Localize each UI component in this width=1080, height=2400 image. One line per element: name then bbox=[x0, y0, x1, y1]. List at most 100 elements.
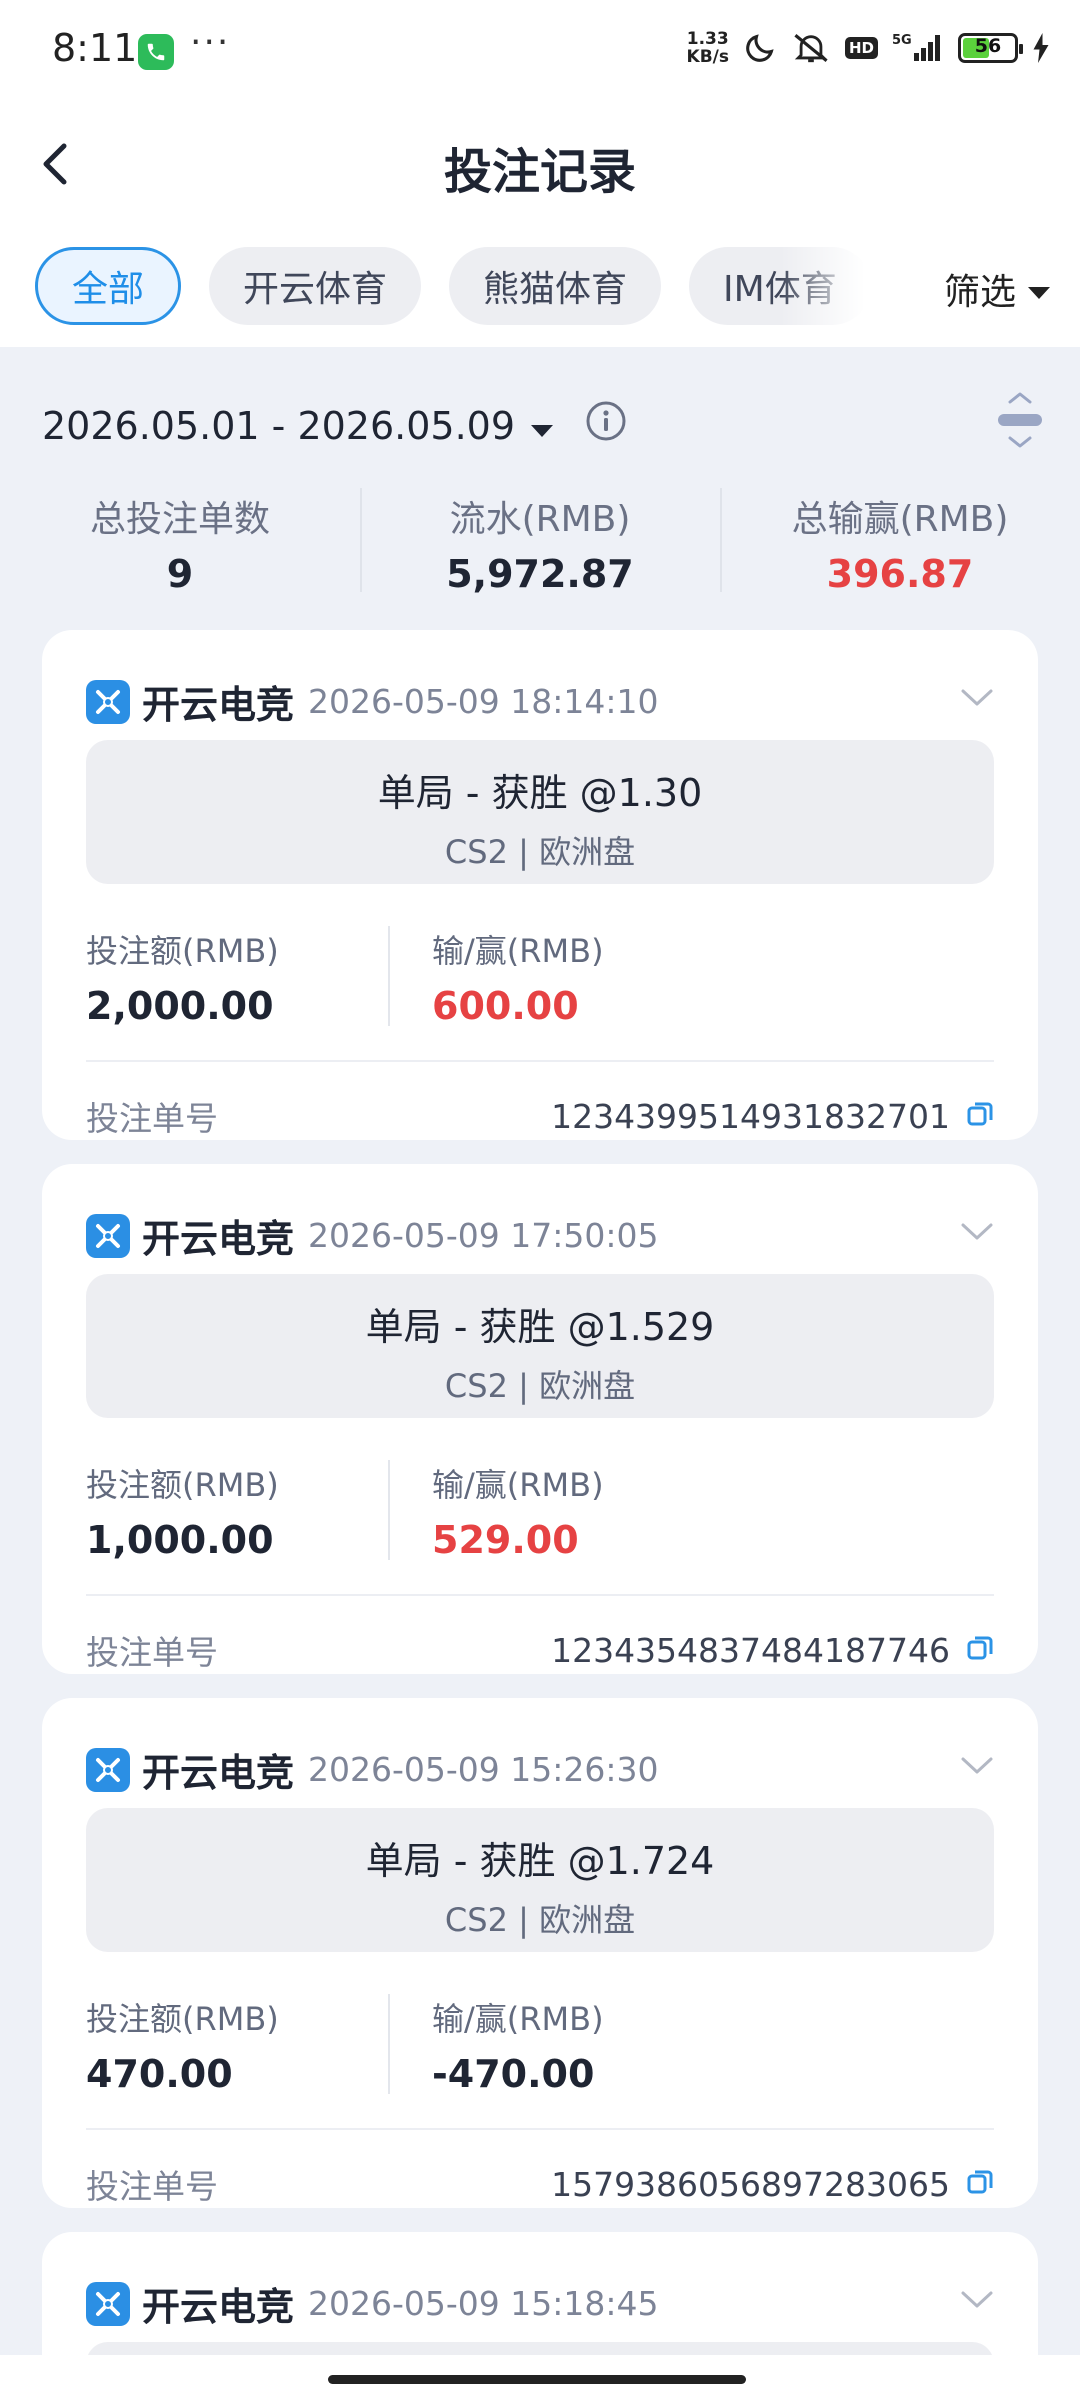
bet-card-header: 开云电竞 2026-05-09 15:18:45 bbox=[86, 2276, 659, 2331]
status-time: 8:11 bbox=[52, 26, 138, 70]
collapse-all-icon[interactable] bbox=[992, 390, 1048, 452]
order-number-value: 1234354837484187746 bbox=[551, 1630, 950, 1670]
bet-card[interactable]: 开云电竞 2026-05-09 15:26:30 单局 - 获胜 @1.724 … bbox=[42, 1698, 1038, 2208]
stake-value: 1,000.00 bbox=[86, 1518, 274, 1562]
platform-name: 开云电竞 bbox=[142, 683, 295, 727]
win-loss-value: 600.00 bbox=[432, 984, 579, 1028]
nav-header: 投注记录 bbox=[0, 100, 1080, 230]
win-loss-column: 输/赢(RMB) -470.00 bbox=[432, 1994, 604, 2096]
chevron-down-icon[interactable] bbox=[960, 1756, 994, 1780]
status-icons: 1.33 KB/s HD 5G 56 bbox=[687, 30, 1050, 66]
copy-icon[interactable] bbox=[966, 2168, 994, 2200]
home-indicator[interactable] bbox=[328, 2375, 746, 2384]
more-notifications-icon: ··· bbox=[190, 22, 231, 63]
platform-name: 开云电竞 bbox=[142, 1751, 295, 1795]
bet-card-header: 开云电竞 2026-05-09 15:26:30 bbox=[86, 1742, 659, 1797]
bet-selection: 单局 - 获胜 @1.529 bbox=[365, 1305, 715, 1349]
battery-icon: 56 bbox=[958, 33, 1023, 63]
summary-value: 5,972.87 bbox=[446, 552, 634, 596]
order-number-label: 投注单号 bbox=[86, 1633, 218, 1672]
summary-label: 总输赢(RMB) bbox=[791, 499, 1009, 540]
stake-value: 2,000.00 bbox=[86, 984, 274, 1028]
date-range-text: 2026.05.01 - 2026.05.09 bbox=[42, 403, 516, 448]
bet-amounts: 投注额(RMB) 1,000.00 输/赢(RMB) 529.00 bbox=[86, 1460, 994, 1562]
win-loss-label: 输/赢(RMB) bbox=[432, 2000, 604, 2038]
stake-label: 投注额(RMB) bbox=[86, 932, 279, 970]
gesture-bar bbox=[0, 2355, 1080, 2400]
filter-label: 筛选 bbox=[943, 272, 1016, 313]
caret-down-icon bbox=[529, 404, 555, 448]
tabs-fade-overlay bbox=[780, 247, 880, 327]
kaiyun-esports-logo-icon bbox=[86, 679, 130, 724]
chevron-down-icon[interactable] bbox=[960, 688, 994, 712]
bet-selection-box: 单局 - 获胜 @1.30 CS2 | 欧洲盘 bbox=[86, 740, 994, 884]
stake-value: 470.00 bbox=[86, 2052, 233, 2096]
summary-total-win-loss: 总输赢(RMB) 396.87 bbox=[720, 480, 1080, 600]
order-number-label: 投注单号 bbox=[86, 2167, 218, 2206]
summary-turnover: 流水(RMB) 5,972.87 bbox=[360, 480, 720, 600]
chevron-down-icon[interactable] bbox=[960, 1222, 994, 1246]
bet-game: CS2 | 欧洲盘 bbox=[444, 1901, 636, 1939]
bet-time: 2026-05-09 17:50:05 bbox=[308, 1216, 659, 1255]
win-loss-value: -470.00 bbox=[432, 2052, 595, 2096]
order-number-value: 1234399514931832701 bbox=[551, 1096, 950, 1136]
page-title: 投注记录 bbox=[443, 144, 636, 200]
stake-column: 投注额(RMB) 1,000.00 bbox=[86, 1460, 279, 1562]
battery-percent: 56 bbox=[974, 35, 1002, 57]
caret-down-icon bbox=[1026, 269, 1052, 310]
bet-game: CS2 | 欧洲盘 bbox=[444, 1367, 636, 1405]
bet-selection: 单局 - 获胜 @1.724 bbox=[365, 1839, 715, 1883]
summary-value: 396.87 bbox=[826, 552, 974, 596]
info-icon[interactable] bbox=[585, 400, 627, 451]
stake-column: 投注额(RMB) 2,000.00 bbox=[86, 926, 279, 1028]
bet-selection-box: 单局 - 获胜 @1.529 CS2 | 欧洲盘 bbox=[86, 1274, 994, 1418]
order-number-row: 投注单号 1234399514931832701 bbox=[86, 1092, 994, 1140]
bet-card[interactable]: 开云电竞 2026-05-09 17:50:05 单局 - 获胜 @1.529 … bbox=[42, 1164, 1038, 1674]
tab-all[interactable]: 全部 bbox=[35, 247, 182, 325]
win-loss-column: 输/赢(RMB) 529.00 bbox=[432, 1460, 604, 1562]
copy-icon[interactable] bbox=[966, 1634, 994, 1666]
summary-total-bets: 总投注单数 9 bbox=[0, 480, 360, 600]
filter-button[interactable]: 筛选 bbox=[944, 263, 1052, 315]
network-speed-value: 1.33 bbox=[686, 29, 729, 49]
bet-time: 2026-05-09 18:14:10 bbox=[308, 682, 659, 721]
bet-card[interactable]: 开云电竞 2026-05-09 18:14:10 单局 - 获胜 @1.30 C… bbox=[42, 630, 1038, 1140]
moon-icon bbox=[743, 31, 777, 65]
order-number-label: 投注单号 bbox=[86, 1099, 218, 1138]
bet-selection-box: 单局 - 获胜 @1.724 CS2 | 欧洲盘 bbox=[86, 1808, 994, 1952]
svg-text:5G: 5G bbox=[892, 33, 912, 48]
date-range-selector[interactable]: 2026.05.01 - 2026.05.09 bbox=[42, 400, 627, 451]
kaiyun-esports-logo-icon bbox=[86, 1213, 130, 1258]
platform-tabs[interactable]: 全部 开云体育 熊猫体育 IM体育 bbox=[35, 247, 875, 327]
bet-time: 2026-05-09 15:26:30 bbox=[308, 1750, 659, 1789]
signal-5g-icon: 5G bbox=[892, 31, 944, 65]
network-speed: 1.33 KB/s bbox=[687, 30, 729, 66]
bet-summary: 总投注单数 9 流水(RMB) 5,972.87 总输赢(RMB) 396.87 bbox=[0, 480, 1080, 600]
bet-amounts: 投注额(RMB) 470.00 输/赢(RMB) -470.00 bbox=[86, 1994, 994, 2096]
bet-game: CS2 | 欧洲盘 bbox=[444, 833, 636, 871]
summary-value: 9 bbox=[166, 552, 194, 596]
order-number-row: 投注单号 1234354837484187746 bbox=[86, 1626, 994, 1674]
charging-icon bbox=[1032, 33, 1050, 63]
hd-label: HD bbox=[844, 37, 878, 59]
bet-time: 2026-05-09 15:18:45 bbox=[308, 2284, 659, 2323]
win-loss-label: 输/赢(RMB) bbox=[432, 932, 604, 970]
network-speed-unit: KB/s bbox=[686, 47, 729, 67]
win-loss-column: 输/赢(RMB) 600.00 bbox=[432, 926, 604, 1028]
order-number-row: 投注单号 1579386056897283065 bbox=[86, 2160, 994, 2208]
platform-name: 开云电竞 bbox=[142, 1217, 295, 1261]
chevron-down-icon[interactable] bbox=[960, 2290, 994, 2314]
win-loss-label: 输/赢(RMB) bbox=[432, 1466, 604, 1504]
bet-records-screen: 8:11 ··· 1.33 KB/s HD 5G 56 投注记录 全部 开云体育… bbox=[0, 0, 1080, 2400]
copy-icon[interactable] bbox=[966, 1100, 994, 1132]
summary-label: 流水(RMB) bbox=[449, 499, 631, 540]
tab-kaiyun-sports[interactable]: 开云体育 bbox=[209, 247, 422, 325]
platform-name: 开云电竞 bbox=[142, 2285, 295, 2329]
platform-tabs-bar: 全部 开云体育 熊猫体育 IM体育 筛选 bbox=[0, 225, 1080, 347]
tab-panda-sports[interactable]: 熊猫体育 bbox=[449, 247, 662, 325]
stake-label: 投注额(RMB) bbox=[86, 1466, 279, 1504]
order-number-value: 1579386056897283065 bbox=[551, 2164, 950, 2204]
kaiyun-esports-logo-icon bbox=[86, 1747, 130, 1792]
status-bar: 8:11 ··· 1.33 KB/s HD 5G 56 bbox=[0, 0, 1080, 100]
bet-card-header: 开云电竞 2026-05-09 17:50:05 bbox=[86, 1208, 659, 1263]
